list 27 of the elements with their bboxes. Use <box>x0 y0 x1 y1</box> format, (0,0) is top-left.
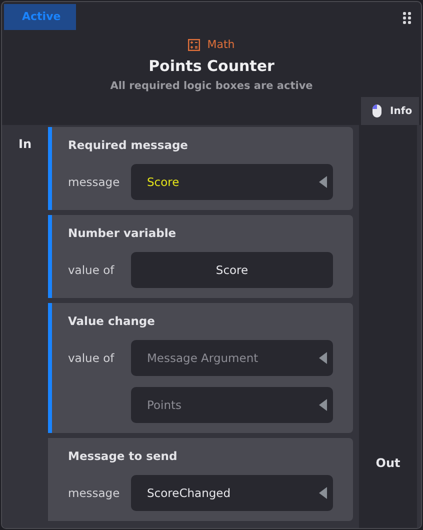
dropdown-field[interactable]: Score <box>131 164 333 200</box>
mouse-icon <box>372 104 382 118</box>
field-label: message <box>68 175 121 189</box>
category-label: Math <box>207 38 235 51</box>
dropdown-field[interactable]: ScoreChanged <box>131 475 333 511</box>
info-button[interactable]: Info <box>361 97 419 125</box>
value-field[interactable]: Score <box>131 252 333 288</box>
caret-icon <box>319 487 327 499</box>
input-label: In <box>18 137 32 153</box>
field-label: value of <box>68 351 116 365</box>
dropdown-field[interactable]: Points <box>131 387 333 423</box>
status-message: All required logic boxes are active <box>110 80 313 92</box>
field-label: message <box>68 486 121 500</box>
drag-handle-icon[interactable] <box>403 12 411 24</box>
block-title: Number variable <box>68 226 178 240</box>
caret-icon <box>319 176 327 188</box>
output-label: Out <box>376 456 400 470</box>
caret-icon <box>319 399 327 411</box>
block-title: Value change <box>68 314 156 328</box>
status-badge: Active <box>4 4 76 30</box>
block-title: Required message <box>68 138 189 152</box>
caret-icon <box>319 352 327 364</box>
block-title: Message to send <box>68 449 178 463</box>
calculator-icon <box>188 38 200 50</box>
dropdown-field[interactable]: Message Argument <box>131 340 333 376</box>
node-title: Points Counter <box>148 57 274 75</box>
field-label: value of <box>68 263 116 277</box>
